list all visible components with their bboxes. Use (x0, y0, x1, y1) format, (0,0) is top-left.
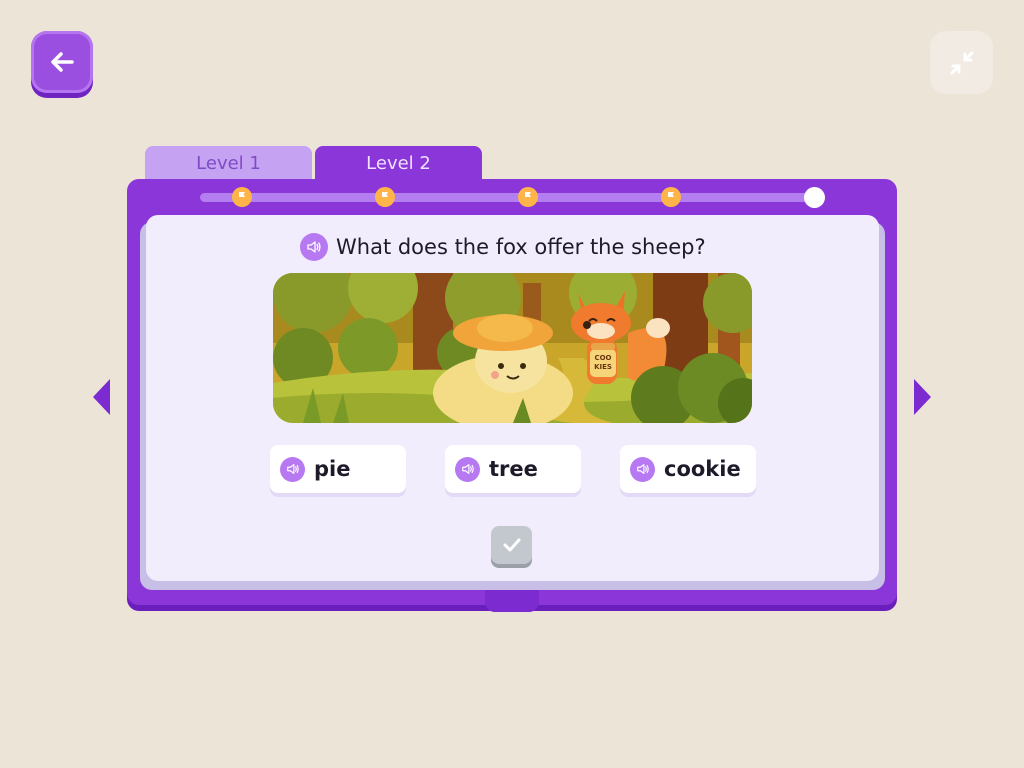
answer-label: tree (489, 457, 538, 481)
checkmark-icon (503, 538, 520, 552)
progress-current-marker (804, 187, 825, 208)
answer-option-pie[interactable]: pie (270, 445, 406, 493)
jar-label-line2: KIES (594, 363, 612, 371)
flag-icon (239, 192, 245, 202)
question-text: What does the fox offer the sheep? (336, 235, 706, 259)
milestone-1 (232, 187, 252, 207)
answer-audio-button[interactable] (630, 456, 655, 482)
check-answer-button[interactable] (491, 526, 532, 564)
milestone-2 (375, 187, 395, 207)
answer-audio-button[interactable] (280, 456, 305, 482)
answer-option-cookie[interactable]: cookie (620, 445, 756, 493)
milestone-3 (518, 187, 538, 207)
minimize-arrows-icon (950, 51, 973, 74)
back-button[interactable] (31, 31, 93, 93)
flag-icon (525, 192, 531, 202)
tab-level-1[interactable]: Level 1 (145, 146, 312, 180)
speaker-icon (307, 241, 321, 253)
tab-level-2[interactable]: Level 2 (315, 146, 482, 180)
question-row: What does the fox offer the sheep? (300, 232, 706, 262)
milestone-4 (661, 187, 681, 207)
book-spine (485, 588, 539, 612)
story-illustration: COO KIES (273, 273, 752, 423)
answer-label: cookie (664, 457, 741, 481)
jar-label-line1: COO (594, 354, 611, 362)
speaker-icon (636, 464, 649, 474)
answer-audio-button[interactable] (455, 456, 480, 482)
speaker-icon (461, 464, 474, 474)
question-audio-button[interactable] (300, 233, 328, 261)
minimize-button[interactable] (930, 31, 993, 94)
triangle-right-icon (914, 379, 931, 415)
next-page-button[interactable] (910, 377, 934, 417)
answer-label: pie (314, 457, 351, 481)
previous-page-button[interactable] (90, 377, 114, 417)
progress-track (200, 193, 822, 202)
flag-icon (382, 192, 388, 202)
flag-icon (668, 192, 674, 202)
speaker-icon (286, 464, 299, 474)
arrow-left-icon (51, 52, 74, 72)
triangle-left-icon (93, 379, 110, 415)
answer-option-tree[interactable]: tree (445, 445, 581, 493)
